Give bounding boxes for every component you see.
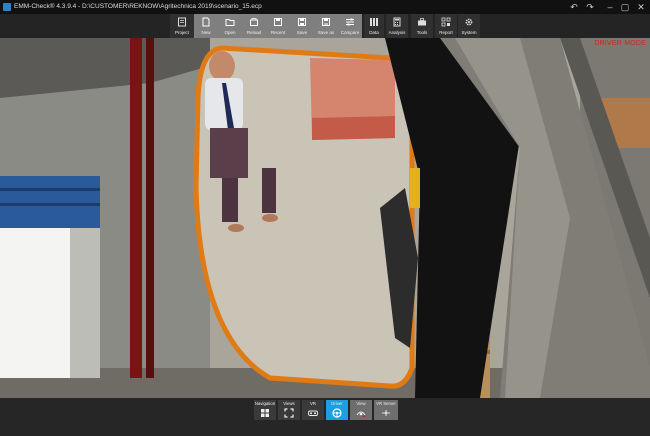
data-icon <box>370 18 378 26</box>
calculator-icon <box>393 17 401 27</box>
main-toolbar: Project New Open Reload Recent Save Save… <box>0 14 650 38</box>
system-button[interactable]: System <box>458 14 480 38</box>
new-button[interactable]: New <box>194 14 218 38</box>
open-button[interactable]: Open <box>218 14 242 38</box>
driver-label: Driver <box>331 401 343 406</box>
undo-icon[interactable]: ↶ <box>567 1 581 13</box>
tools-button[interactable]: Tools <box>411 14 433 38</box>
vr-button[interactable]: VR <box>302 400 324 420</box>
project-icon <box>178 17 186 27</box>
view-label: View <box>356 401 366 406</box>
save-as-label: Save as <box>317 30 335 35</box>
vr-server-label: VR Server <box>376 401 396 406</box>
reload-label: Reload <box>246 30 262 35</box>
driver-mode-label: DRIVER MODE <box>594 40 646 47</box>
toolbox-icon <box>418 18 426 26</box>
reload-icon <box>250 18 258 26</box>
analysis-button[interactable]: Analysis <box>386 14 408 38</box>
project-label: Project <box>174 30 189 35</box>
simulation-viewport[interactable]: DRIVER MODE <box>0 38 650 398</box>
views-label: Views <box>283 401 295 406</box>
window-title: EMM-Check® 4.3.9.4 - D:\CUSTOMER\REKNOW\… <box>14 3 262 10</box>
system-label: System <box>461 30 477 35</box>
save-as-icon <box>322 18 330 26</box>
tools-label: Tools <box>416 30 428 35</box>
vr-headset-icon <box>308 410 318 416</box>
navigation-label: Navigation <box>254 401 276 406</box>
project-button[interactable]: Project <box>170 14 194 38</box>
new-file-icon <box>202 17 210 27</box>
save-as-button[interactable]: Save as <box>314 14 338 38</box>
minimize-button[interactable]: – <box>603 1 617 13</box>
gear-icon <box>465 18 473 26</box>
report-icon <box>441 17 451 27</box>
open-label: Open <box>224 30 236 35</box>
scene-render <box>0 38 650 398</box>
view-icon <box>356 411 366 417</box>
close-button[interactable]: ✕ <box>634 1 648 13</box>
recent-button[interactable]: Recent <box>266 14 290 38</box>
vr-label: VR <box>310 401 316 406</box>
vr-server-button[interactable]: VR Server <box>374 400 398 420</box>
analysis-label: Analysis <box>388 30 406 35</box>
title-bar: EMM-Check® 4.3.9.4 - D:\CUSTOMER\REKNOW\… <box>0 0 650 14</box>
new-label: New <box>201 30 211 35</box>
recent-label: Recent <box>270 30 286 35</box>
fullscreen-icon <box>284 408 294 418</box>
bottom-navigation-bar: Navigation Views VR Driver View VR Serve… <box>0 398 650 436</box>
reload-button[interactable]: Reload <box>242 14 266 38</box>
data-button[interactable]: Data <box>364 14 384 38</box>
report-label: Report <box>439 30 453 35</box>
compare-label: Compare <box>340 30 360 35</box>
recent-icon <box>274 18 282 26</box>
compare-icon <box>346 18 354 26</box>
server-icon <box>382 410 390 416</box>
report-button[interactable]: Report <box>435 14 457 38</box>
view-button[interactable]: View <box>350 400 372 420</box>
compare-button[interactable]: Compare <box>338 14 362 38</box>
redo-icon[interactable]: ↷ <box>583 1 597 13</box>
grid-icon <box>261 409 269 417</box>
data-label: Data <box>369 30 379 35</box>
maximize-button[interactable]: ▢ <box>618 1 632 13</box>
navigation-button[interactable]: Navigation <box>254 400 276 420</box>
driver-button[interactable]: Driver <box>326 400 348 420</box>
steering-wheel-icon <box>332 408 342 418</box>
views-button[interactable]: Views <box>278 400 300 420</box>
folder-open-icon <box>225 19 235 26</box>
save-label: Save <box>296 30 308 35</box>
app-logo-icon <box>3 3 11 11</box>
save-icon <box>298 18 306 26</box>
save-button[interactable]: Save <box>290 14 314 38</box>
